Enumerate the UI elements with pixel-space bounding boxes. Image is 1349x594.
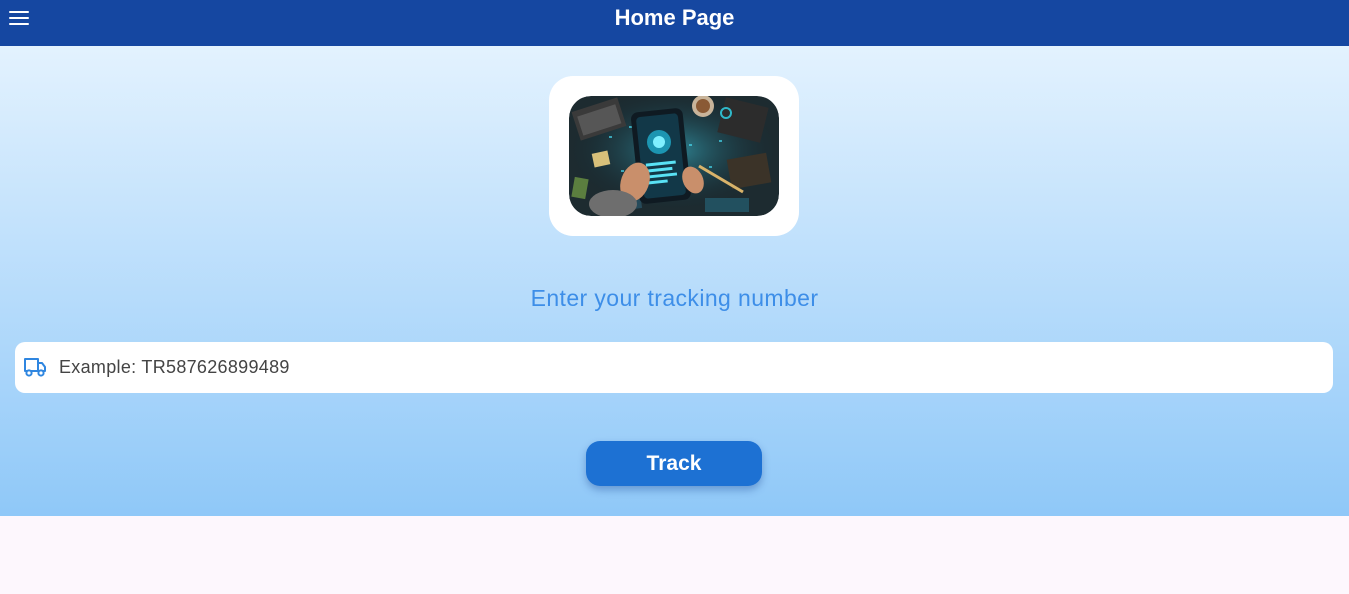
tracking-number-field[interactable] xyxy=(15,342,1333,393)
track-button[interactable]: Track xyxy=(586,441,762,486)
tracking-number-input[interactable] xyxy=(59,342,1319,393)
hero-image xyxy=(569,96,779,216)
hero-image-card xyxy=(549,76,799,236)
page-title: Home Page xyxy=(614,5,735,30)
app-bar: Home Page xyxy=(0,0,1349,46)
truck-icon xyxy=(24,358,46,377)
tracking-prompt: Enter your tracking number xyxy=(530,285,819,311)
tracking-panel: Enter your tracking number Track xyxy=(0,46,1349,516)
